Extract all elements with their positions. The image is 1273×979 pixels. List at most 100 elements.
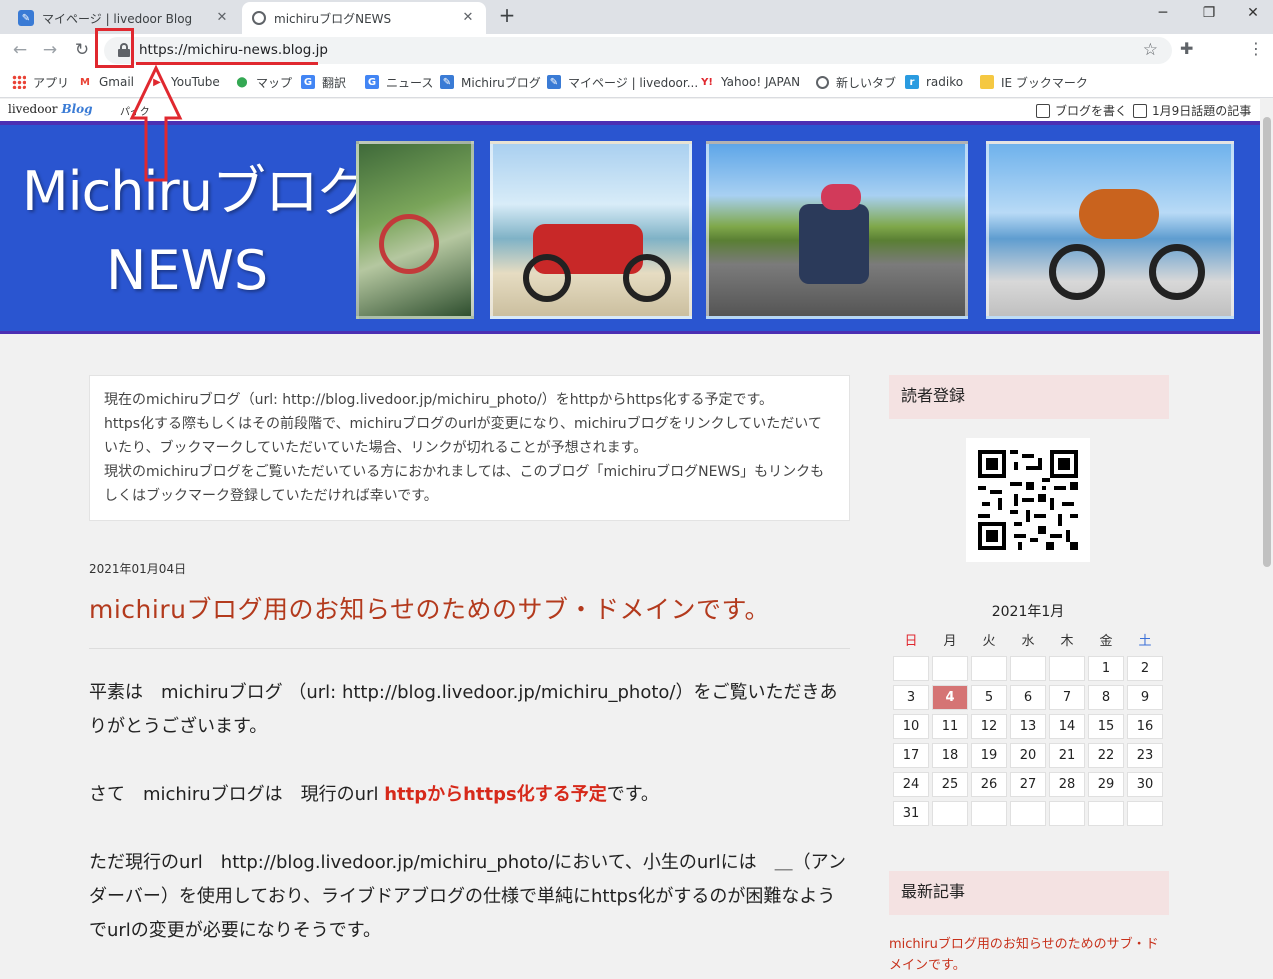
kebab-menu-icon[interactable]: ⋮ xyxy=(1248,39,1264,58)
bookmark-mypage[interactable]: ✎ マイページ | livedoor... xyxy=(547,74,698,90)
bookmark-maps[interactable]: ⬤ マップ xyxy=(235,74,292,90)
reader-registration-heading: 読者登録 xyxy=(889,375,1169,419)
tab-title: マイページ | livedoor Blog xyxy=(42,11,193,26)
latest-posts-heading: 最新記事 xyxy=(889,871,1169,915)
calendar-title: 2021年1月 xyxy=(991,604,1065,620)
tab-michiru-news[interactable]: michiruブログNEWS ✕ xyxy=(242,2,486,34)
bookmark-news[interactable]: G ニュース xyxy=(365,74,433,90)
address-bar[interactable]: https://michiru-news.blog.jp ☆ xyxy=(104,37,1172,64)
new-tab-button[interactable]: + xyxy=(496,4,518,26)
calendar-day: 6 xyxy=(1010,685,1046,710)
calendar-empty-cell xyxy=(893,656,929,681)
calendar-day: 7 xyxy=(1049,685,1085,710)
calendar-day: 31 xyxy=(893,801,929,826)
calendar-day: 27 xyxy=(1010,772,1046,797)
calendar-day: 10 xyxy=(893,714,929,739)
bookmark-ie-folder[interactable]: IE ブックマーク xyxy=(980,74,1088,90)
post-date: 2021年01月04日 xyxy=(89,562,187,576)
translate-icon: G xyxy=(301,75,315,89)
bookmark-radiko[interactable]: r radiko xyxy=(905,74,963,90)
calendar-day: 8 xyxy=(1088,685,1124,710)
blog-logo-text: Blog xyxy=(61,102,93,116)
close-tab-icon[interactable]: ✕ xyxy=(214,10,230,26)
calendar-empty-cell xyxy=(1088,801,1124,826)
radiko-icon: r xyxy=(905,75,919,89)
post-paragraph-3: ただ現行のurl http://blog.livedoor.jp/michiru… xyxy=(89,852,846,941)
calendar-day: 22 xyxy=(1088,743,1124,768)
minimize-icon[interactable]: ─ xyxy=(1140,2,1186,24)
google-news-icon: G xyxy=(365,75,379,89)
banner-title-line2: NEWS xyxy=(106,239,269,302)
write-blog-label: ブログを書く xyxy=(1055,104,1128,118)
restore-icon[interactable]: ❐ xyxy=(1186,2,1232,24)
bookmark-label: Yahoo! JAPAN xyxy=(721,75,801,89)
calendar-empty-cell xyxy=(1010,656,1046,681)
extensions-puzzle-icon[interactable]: ✚ xyxy=(1180,39,1193,58)
write-blog-link[interactable]: ブログを書く xyxy=(1036,102,1127,119)
bookmark-translate[interactable]: G 翻訳 xyxy=(301,74,346,90)
page-scrollbar[interactable] xyxy=(1260,99,1273,979)
close-window-icon[interactable]: ✕ xyxy=(1230,2,1273,24)
bookmark-label: Michiruブログ xyxy=(461,75,541,90)
livedoor-logo-text: livedoor xyxy=(8,102,58,116)
bookmark-label: マイページ | livedoor... xyxy=(568,75,699,90)
bookmark-gmail[interactable]: M Gmail xyxy=(78,74,134,90)
livedoor-bar: livedoor Blog パイク ブログを書く 1月9日話題の記事 xyxy=(0,99,1260,121)
calendar-day: 14 xyxy=(1049,714,1085,739)
calendar-day[interactable]: 4 xyxy=(932,685,968,710)
bookmark-apps[interactable]: アプリ xyxy=(12,74,69,90)
livedoor-blog-icon: ✎ xyxy=(547,75,561,89)
calendar-day: 20 xyxy=(1010,743,1046,768)
livedoor-blog-logo[interactable]: livedoor Blog xyxy=(8,102,93,116)
bookmark-star-icon[interactable]: ☆ xyxy=(1143,40,1158,60)
close-tab-icon[interactable]: ✕ xyxy=(460,10,476,26)
calendar-day: 1 xyxy=(1088,656,1124,681)
reload-icon[interactable]: ↻ xyxy=(70,38,94,62)
bookmark-michiru[interactable]: ✎ Michiruブログ xyxy=(440,74,541,90)
topic-link[interactable]: 1月9日話題の記事 xyxy=(1133,102,1251,119)
tab-strip: ✎ マイページ | livedoor Blog ✕ michiruブログNEWS… xyxy=(0,0,1273,34)
livedoor-blog-icon: ✎ xyxy=(440,75,454,89)
bookmark-label: マップ xyxy=(256,75,293,90)
gmail-icon: M xyxy=(80,76,90,88)
calendar-day: 18 xyxy=(932,743,968,768)
annotation-lock-highlight xyxy=(95,28,134,68)
weekday-label: 金 xyxy=(1099,634,1113,649)
post-paragraph-1: 平素は michiruブログ （url: http://blog.livedoo… xyxy=(89,682,838,737)
calendar-day: 19 xyxy=(971,743,1007,768)
calendar-day: 21 xyxy=(1049,743,1085,768)
calendar-empty-cell xyxy=(1049,656,1085,681)
globe-icon xyxy=(816,75,829,89)
calendar-icon xyxy=(1133,103,1147,118)
qr-code-icon[interactable] xyxy=(966,438,1090,562)
calendar-day: 29 xyxy=(1088,772,1124,797)
url-text[interactable]: https://michiru-news.blog.jp xyxy=(139,42,328,58)
scrollbar-thumb[interactable] xyxy=(1263,117,1271,567)
weekday-label: 日 xyxy=(904,634,918,649)
globe-icon xyxy=(252,11,266,25)
livedoor-blog-favicon-icon: ✎ xyxy=(18,10,34,26)
calendar-day: 12 xyxy=(971,714,1007,739)
bookmark-label: IE ブックマーク xyxy=(1001,75,1088,90)
pencil-edit-icon xyxy=(1036,103,1050,118)
bookmark-yahoo[interactable]: Y! Yahoo! JAPAN xyxy=(700,74,800,90)
calendar-day: 9 xyxy=(1127,685,1163,710)
calendar-day: 16 xyxy=(1127,714,1163,739)
motorbike-photo-2 xyxy=(490,141,692,319)
tab-title: michiruブログNEWS xyxy=(274,11,392,26)
bookmark-label: 翻訳 xyxy=(322,75,347,90)
notice-line: https化する際もしくはその前段階で、michiruブログのurlが変更になり… xyxy=(104,416,822,456)
forward-arrow-icon[interactable]: → xyxy=(38,38,62,62)
latest-post-link[interactable]: michiruブログ用のお知らせのためのサブ・ドメインです。 xyxy=(889,934,1169,976)
bookmark-label: ニュース xyxy=(386,75,434,90)
back-arrow-icon[interactable]: ← xyxy=(8,38,32,62)
notice-line: 現在のmichiruブログ（url: http://blog.livedoor.… xyxy=(104,392,774,408)
weekday-label: 水 xyxy=(1021,634,1035,649)
bookmarks-bar: アプリ M Gmail ▶ YouTube ⬤ マップ G 翻訳 G ニュース … xyxy=(0,66,1273,98)
motorbike-photo-3 xyxy=(706,141,968,319)
blog-header-banner[interactable]: Michiruブログ NEWS xyxy=(0,121,1260,334)
post-title-link[interactable]: michiruブログ用のお知らせのためのサブ・ドメインです。 xyxy=(89,590,770,626)
weekday-label: 火 xyxy=(982,634,996,649)
calendar-day: 15 xyxy=(1088,714,1124,739)
bookmark-newtab[interactable]: 新しいタブ xyxy=(816,74,896,90)
